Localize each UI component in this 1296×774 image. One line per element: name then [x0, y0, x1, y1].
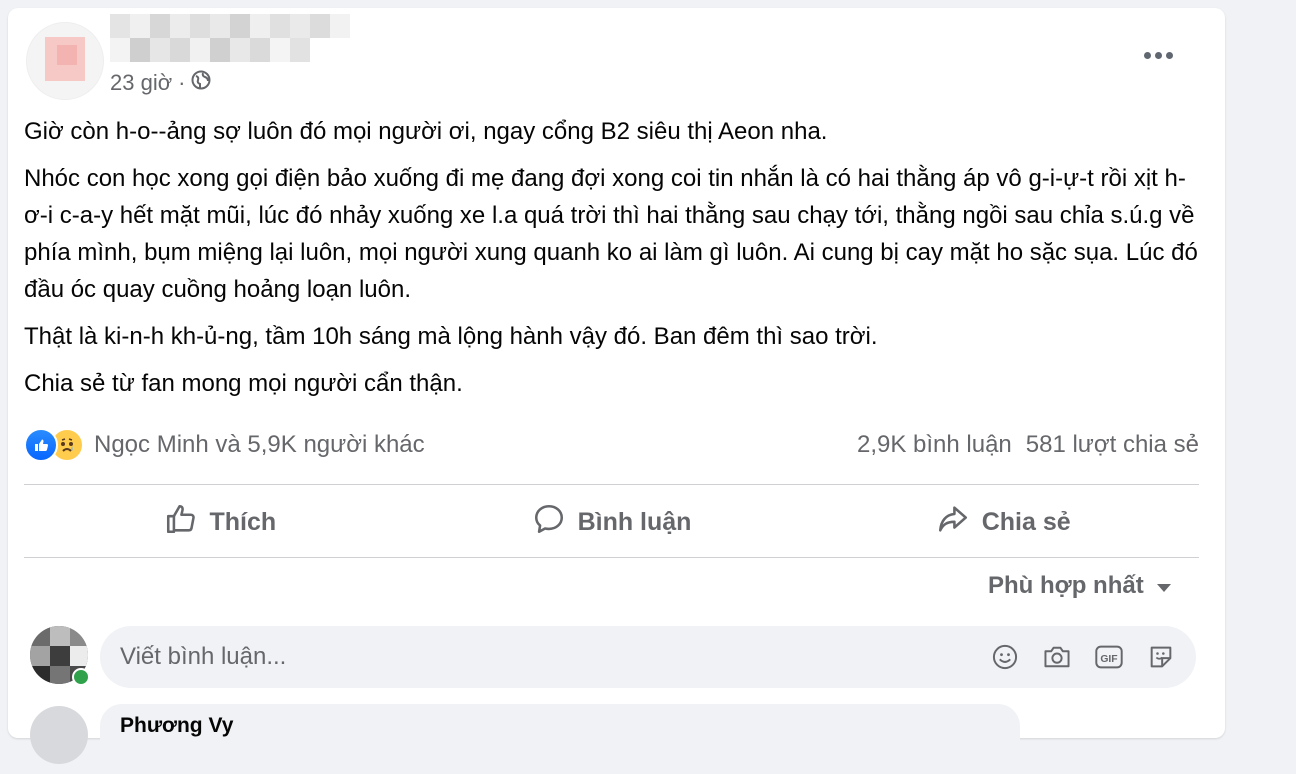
comment-bubble-icon [532, 502, 566, 543]
commenter-name[interactable]: Phương Vy [120, 714, 233, 738]
reaction-icons [24, 428, 84, 462]
online-status-dot [72, 668, 90, 686]
more-horizontal-icon [1143, 51, 1151, 59]
post-paragraph: Thật là ki-n-h kh-ủ-ng, tầm 10h sáng mà … [24, 323, 878, 350]
post-time[interactable]: 23 giờ [110, 70, 172, 96]
like-reaction-icon [24, 428, 58, 462]
sort-label: Phù hợp nhất [988, 572, 1144, 599]
comment-input[interactable] [100, 642, 990, 672]
divider-bottom [24, 557, 1199, 558]
commenter-avatar[interactable] [30, 706, 88, 764]
post-paragraph: Nhóc con học xong gọi điện bảo xuống đi … [24, 165, 1198, 303]
sticker-icon[interactable] [1146, 642, 1176, 672]
more-dot [1154, 51, 1162, 59]
camera-icon[interactable] [1042, 642, 1072, 672]
caret-down-icon [1156, 572, 1172, 600]
more-dot [1165, 51, 1173, 59]
comment-bubble [100, 704, 1020, 774]
comment-label: Bình luận [577, 507, 692, 536]
post-body: Giờ còn h-o--ảng sợ luôn đó mọi người ơi… [24, 113, 1199, 412]
comment-button[interactable]: Bình luận [416, 490, 808, 554]
divider-top [24, 484, 1199, 485]
comments-count[interactable]: 2,9K bình luận [857, 431, 1012, 459]
gif-icon[interactable]: GIF [1094, 642, 1124, 672]
author-name-blurred[interactable] [110, 14, 350, 62]
thumbs-up-icon [164, 502, 198, 543]
post-actions: Thích Bình luận Chia sẻ [24, 490, 1199, 554]
post-paragraph: Chia sẻ từ fan mong mọi người cẩn thận. [24, 370, 463, 397]
emoji-icon[interactable] [990, 642, 1020, 672]
reactions-text[interactable]: Ngọc Minh và 5,9K người khác [94, 431, 425, 459]
author-avatar[interactable] [26, 22, 104, 100]
shares-count[interactable]: 581 lượt chia sẻ [1026, 431, 1199, 459]
post-stats: 2,9K bình luận 581 lượt chia sẻ [857, 431, 1199, 459]
like-button[interactable]: Thích [24, 490, 416, 554]
reactions-row: Ngọc Minh và 5,9K người khác 2,9K bình l… [24, 425, 1199, 465]
share-label: Chia sẻ [981, 507, 1071, 536]
reactions-summary[interactable]: Ngọc Minh và 5,9K người khác [24, 428, 425, 462]
post-paragraph: Giờ còn h-o--ảng sợ luôn đó mọi người ơi… [24, 118, 828, 145]
comment-sort-dropdown[interactable]: Phù hợp nhất [988, 572, 1172, 600]
gif-label: GIF [1100, 654, 1117, 665]
meta-separator: · [178, 70, 186, 95]
share-arrow-icon [936, 502, 970, 543]
more-options-button[interactable] [1138, 40, 1178, 70]
comment-tools: GIF [990, 642, 1196, 672]
comment-composer: GIF [100, 626, 1196, 688]
like-label: Thích [209, 507, 277, 536]
post-meta: 23 giờ · [110, 70, 211, 96]
globe-icon [191, 70, 211, 96]
share-button[interactable]: Chia sẻ [807, 490, 1199, 554]
